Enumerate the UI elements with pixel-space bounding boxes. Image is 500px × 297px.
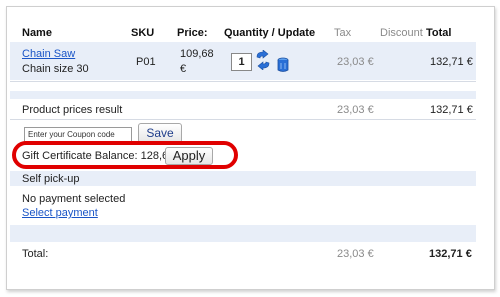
header-quantity: Quantity / Update (224, 27, 316, 39)
spacer-band (10, 91, 476, 99)
header-price: Price: (177, 27, 208, 39)
header-total: Total (426, 27, 452, 39)
product-result-total: 132,71 € (430, 104, 473, 116)
save-coupon-button[interactable]: Save (138, 123, 182, 143)
product-tax: 23,03 € (337, 56, 374, 68)
payment-status: No payment selected (22, 193, 126, 205)
spacer-band (10, 225, 476, 242)
row-divider (10, 81, 476, 82)
product-total: 132,71 € (430, 56, 473, 68)
product-price-currency: € (180, 63, 187, 75)
refresh-arrows-icon[interactable] (255, 49, 271, 71)
header-name: Name (22, 27, 52, 39)
trash-can-icon[interactable] (277, 57, 289, 73)
header-discount: Discount (380, 27, 423, 39)
gift-certificate-balance: Gift Certificate Balance: 128,66 € (22, 150, 184, 162)
product-variant: Chain size 30 (22, 63, 89, 75)
total-label: Total: (22, 248, 49, 260)
row-divider (10, 119, 476, 120)
product-price-amount: 109,68 (180, 48, 214, 60)
apply-gift-button[interactable]: Apply (165, 147, 213, 165)
total-tax: 23,03 € (337, 248, 374, 260)
shipping-method: Self pick-up (22, 173, 80, 185)
quantity-input[interactable]: 1 (231, 53, 252, 71)
grand-total: 132,71 € (429, 248, 472, 260)
shipping-band (10, 171, 476, 186)
header-sku: SKU (131, 27, 155, 39)
coupon-code-input[interactable]: Enter your Coupon code (24, 127, 132, 142)
header-tax: Tax (334, 27, 352, 39)
product-name-link[interactable]: Chain Saw (22, 48, 75, 60)
product-result-label: Product prices result (22, 104, 123, 116)
product-result-tax: 23,03 € (337, 104, 374, 116)
select-payment-link[interactable]: Select payment (22, 207, 98, 219)
product-sku: P01 (136, 56, 156, 68)
